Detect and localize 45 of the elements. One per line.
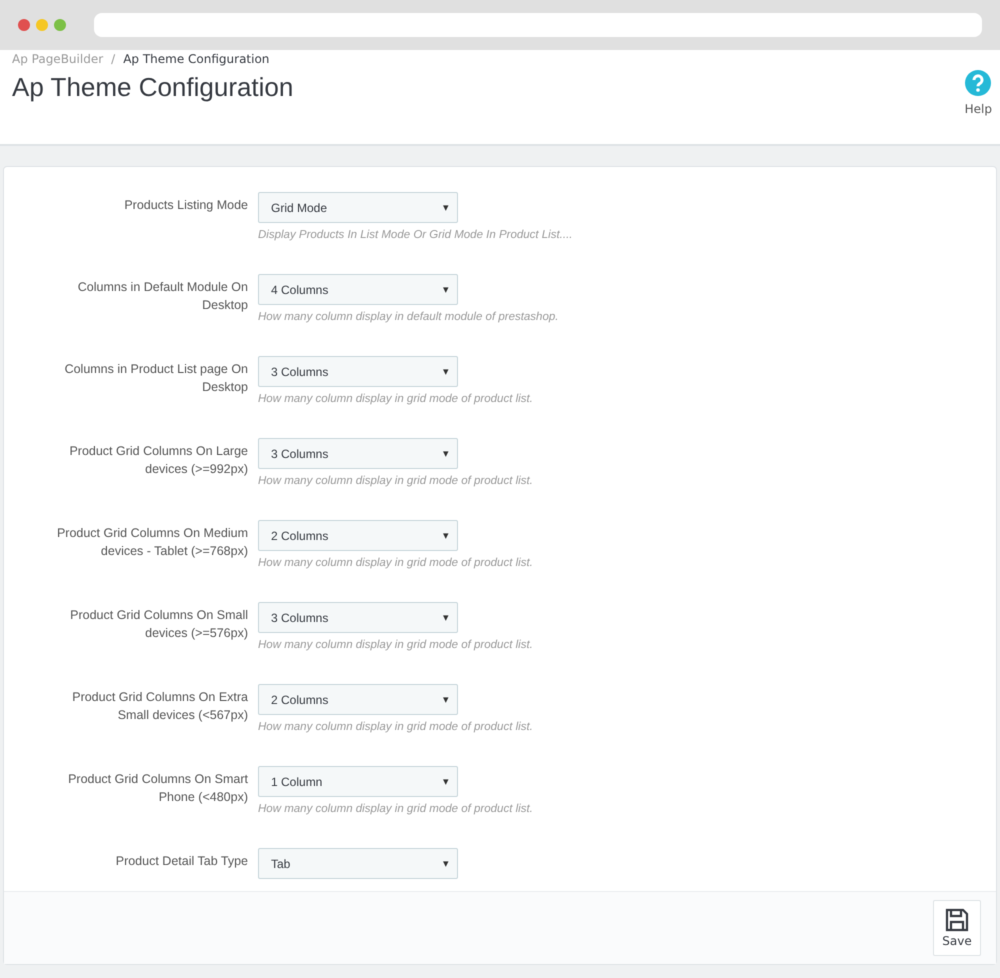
help-text: How many column display in grid mode of product list.	[258, 556, 534, 571]
caret-icon: ▾	[443, 857, 449, 870]
caret-icon: ▾	[443, 693, 449, 706]
select-field[interactable]: 4 Columns ▾	[258, 274, 458, 305]
help-text: How many column display in grid mode of product list.	[258, 392, 534, 407]
help-text: How many column display in grid mode of product list.	[258, 474, 534, 489]
minimize-window-dot[interactable]	[36, 19, 48, 31]
select-field[interactable]: 3 Columns ▾	[258, 438, 458, 469]
field-label: Product Grid Columns On Extra Small devices (<567px)	[71, 689, 248, 724]
help-text: How many column display in default module of prestashop.	[258, 310, 560, 325]
select-field[interactable]: 2 Columns ▾	[258, 520, 458, 551]
address-bar[interactable]	[94, 13, 982, 37]
field-label: Products Listing Mode	[123, 197, 248, 214]
maximize-window-dot[interactable]	[54, 19, 66, 31]
select-field[interactable]: Grid Mode ▾	[258, 192, 458, 223]
caret-icon: ▾	[443, 775, 449, 788]
breadcrumb-current: Ap Theme Configuration	[123, 52, 270, 66]
select-field[interactable]: 3 Columns ▾	[258, 602, 458, 633]
field-label: Columns in Product List page On Desktop	[64, 361, 248, 396]
caret-icon: ▾	[443, 611, 449, 624]
help-button[interactable]: Help	[964, 52, 992, 144]
help-icon	[965, 70, 992, 96]
field-label: Columns in Default Module On Desktop	[76, 279, 248, 314]
caret-icon: ▾	[443, 365, 449, 378]
breadcrumb-separator: /	[111, 52, 116, 66]
caret-icon: ▾	[443, 447, 449, 460]
select-field[interactable]: 1 Column ▾	[258, 766, 458, 797]
field-label: Product Grid Columns On Large devices (>=992px)	[68, 443, 248, 478]
select-field[interactable]: Tab ▾	[258, 848, 458, 879]
help-text: How many column display in grid mode of product list.	[258, 802, 534, 817]
field-label: Product Detail Tab Type	[114, 853, 248, 870]
caret-icon: ▾	[443, 529, 449, 542]
help-text: Display Products In List Mode Or Grid Mode In Product List....	[258, 228, 574, 243]
help-text: How many column display in grid mode of product list.	[258, 638, 534, 653]
select-field[interactable]: 3 Columns ▾	[258, 356, 458, 387]
select-field[interactable]: 2 Columns ▾	[258, 684, 458, 715]
page-title: Ap Theme Configuration	[12, 72, 294, 103]
save-button[interactable]: Save	[933, 900, 981, 956]
caret-icon: ▾	[443, 201, 449, 214]
field-label: Product Grid Columns On Medium devices - Tablet (>=768px)	[56, 525, 248, 560]
caret-icon: ▾	[443, 283, 449, 296]
help-text: How many column display in grid mode of product list.	[258, 720, 534, 735]
close-window-dot[interactable]	[18, 19, 30, 31]
field-label: Product Grid Columns On Smart Phone (<480px)	[67, 771, 248, 806]
field-label: Product Grid Columns On Small devices (>=576px)	[69, 607, 248, 642]
